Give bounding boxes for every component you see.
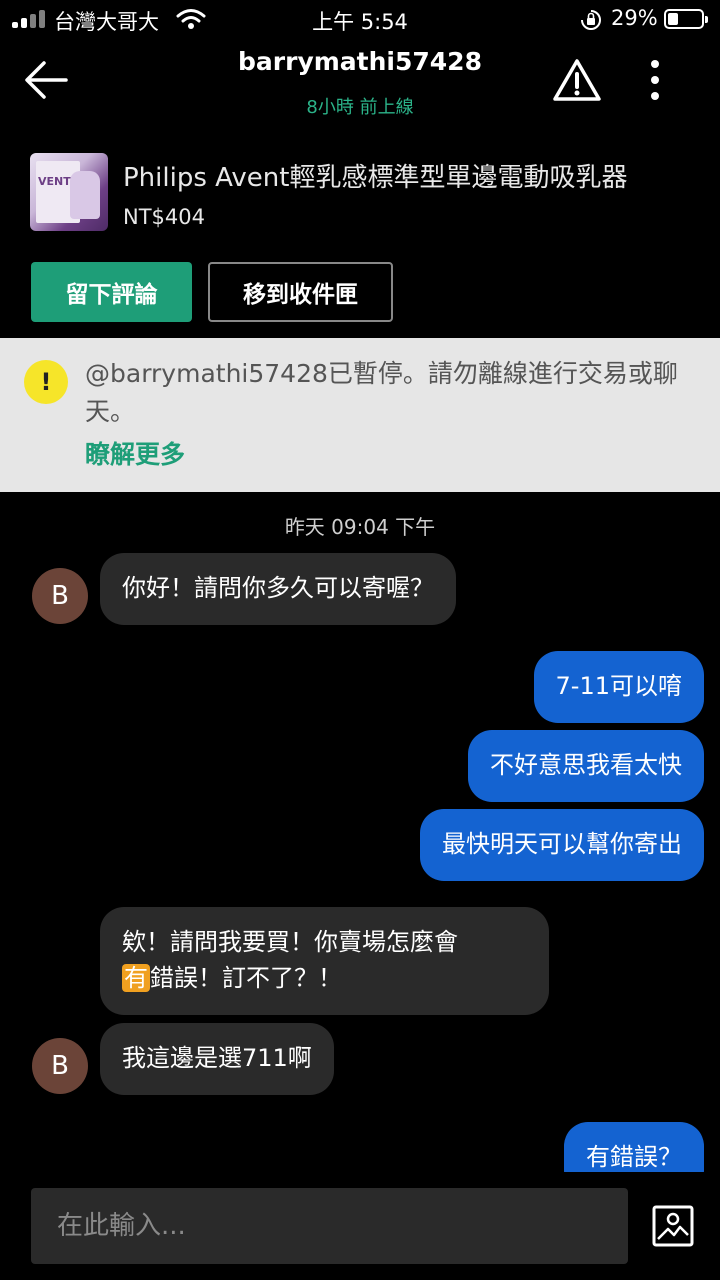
banner-message: @barrymathi57428已暫停。請勿離線進行交易或聊天。 [85,359,678,426]
leave-review-button[interactable]: 留下評論 [31,262,192,322]
avatar[interactable]: B [32,1038,88,1094]
highlighted-keyword: 有 [122,964,150,992]
warning-triangle-icon[interactable] [552,58,602,102]
chat-username: barrymathi57428 [238,47,482,76]
chat-date-divider: 昨天 09:04 下午 [284,515,436,539]
message-outgoing: 最快明天可以幫你寄出 [420,809,704,881]
more-vertical-icon[interactable] [645,58,665,102]
message-incoming: 欸！請問我要買！你賣場怎麼會 有錯誤！訂不了？！ [100,907,549,1015]
message-line: 欸！請問我要買！你賣場怎麼會 [122,928,458,956]
product-thumbnail[interactable]: VENT [30,153,108,231]
message-outgoing: 不好意思我看太快 [468,730,704,802]
status-bar: 台灣大哥大 上午 5:54 29% [0,0,720,40]
message-line: 有錯誤！訂不了？！ [122,960,527,996]
message-clip: 有錯誤？ [0,1120,720,1172]
thumbnail-brand-text: VENT [38,175,71,188]
message-incoming: 你好！請問你多久可以寄喔？ [100,553,456,625]
battery-icon [664,9,708,29]
message-outgoing: 7-11可以唷 [533,651,704,723]
last-online-status: 8小時 前上線 [306,97,414,118]
product-name[interactable]: Philips Avent輕乳感標準型單邊電動吸乳器 [123,157,627,194]
message-input-wrapper [31,1188,628,1264]
battery-percent: 29% [611,6,658,30]
message-input[interactable] [31,1188,628,1264]
message-incoming: 我這邊是選711啊 [100,1023,334,1095]
message-line-rest: 錯誤！訂不了？！ [150,964,342,992]
image-upload-icon[interactable] [652,1205,694,1247]
learn-more-link[interactable]: 瞭解更多 [85,435,185,471]
move-to-inbox-button[interactable]: 移到收件匣 [208,262,393,322]
message-outgoing: 有錯誤？ [564,1122,704,1172]
product-price: NT$404 [123,205,205,229]
avatar[interactable]: B [32,568,88,624]
orientation-lock-icon [581,10,601,30]
exclamation-icon: ! [24,360,68,404]
